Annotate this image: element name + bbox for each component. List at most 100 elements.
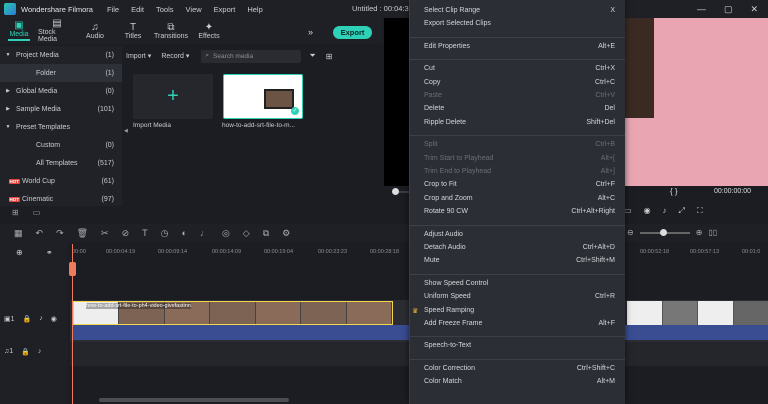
- menu-item-crop-and-zoom[interactable]: Crop and Zoom Alt+C: [424, 195, 615, 202]
- menu-item-adjust-audio[interactable]: Adjust Audio: [424, 231, 615, 238]
- expand-right-icon[interactable]: ▶: [0, 106, 16, 112]
- menu-item-detach-audio[interactable]: Detach Audio Ctrl+Alt+D: [424, 244, 615, 251]
- menu-item-uniform-speed[interactable]: Uniform Speed Ctrl+R: [424, 293, 615, 300]
- menu-item-ripple-delete[interactable]: Ripple Delete Shift+Del: [424, 119, 615, 126]
- lock-icon[interactable]: 🔒: [21, 348, 30, 356]
- menu-item-delete[interactable]: Delete Del: [424, 105, 615, 112]
- menu-item-shortcut: Shift+Del: [586, 118, 615, 126]
- timeline-clip-tail[interactable]: [627, 301, 768, 325]
- expand-down-icon[interactable]: ▼: [0, 124, 16, 130]
- tab-effects[interactable]: ✦ Effects: [190, 18, 228, 44]
- menu-item-cut[interactable]: Cut Ctrl+X: [424, 65, 615, 72]
- undo-icon[interactable]: ↶: [36, 228, 44, 239]
- menu-item-crop-to-fit[interactable]: Crop to Fit Ctrl+F: [424, 181, 615, 188]
- disable-icon[interactable]: ⊘: [122, 228, 130, 239]
- menu-item-rotate-90-cw[interactable]: Rotate 90 CW Ctrl+Alt+Right: [424, 208, 615, 215]
- zoom-thumb[interactable]: [659, 228, 667, 236]
- effects-icon: ✦: [204, 21, 214, 33]
- snapshot-icon[interactable]: ◉: [644, 206, 651, 216]
- menu-view[interactable]: View: [186, 5, 202, 14]
- menu-item-speech-to-text[interactable]: Speech-to-Text: [424, 342, 615, 349]
- add-track-icon[interactable]: ⊕: [16, 248, 23, 257]
- tab-transitions[interactable]: ⧉ Transitions: [152, 18, 190, 44]
- motion-icon[interactable]: ⚙: [282, 228, 290, 239]
- fullscreen-icon[interactable]: ⛶: [697, 206, 703, 216]
- menu-item-edit-properties[interactable]: Edit Properties Alt+E: [424, 43, 615, 50]
- menu-tools[interactable]: Tools: [156, 5, 174, 14]
- new-folder-icon[interactable]: ⊞: [12, 208, 19, 217]
- mute-icon[interactable]: ♪: [39, 315, 43, 323]
- resize-icon[interactable]: ⤢: [679, 206, 685, 216]
- filter-icon[interactable]: ⏷: [309, 51, 315, 61]
- folder-icon[interactable]: ▭: [33, 208, 41, 217]
- sidebar-item-all-templates[interactable]: All Templates (517): [0, 154, 122, 172]
- audio-icon[interactable]: ♩: [200, 228, 209, 238]
- sidebar-item-global-media[interactable]: ▶ Global Media (0): [0, 82, 122, 100]
- timeline-video-clip[interactable]: how-to-add-srt-file-to-ph4-video-givefas…: [73, 301, 393, 325]
- sidebar-item-sample-media[interactable]: ▶ Sample Media (101): [0, 100, 122, 118]
- close-icon[interactable]: ✕: [750, 4, 758, 15]
- fit-timeline-icon[interactable]: ▯▯: [708, 228, 717, 237]
- expand-down-icon[interactable]: ▼: [0, 52, 16, 58]
- redo-icon[interactable]: ↷: [56, 228, 64, 239]
- mask-icon[interactable]: ◎: [222, 228, 230, 239]
- render-icon[interactable]: ▭: [624, 206, 632, 216]
- export-button[interactable]: Export: [333, 26, 372, 39]
- tab-titles[interactable]: T Titles: [114, 18, 152, 44]
- menu-edit[interactable]: Edit: [131, 5, 144, 14]
- zoom-out-icon[interactable]: ⊖: [627, 228, 634, 237]
- speed-icon[interactable]: ◷: [161, 228, 169, 239]
- track-headers: ⊕ ⚭ ▣1 🔒 ♪ ◉ ♫1 🔒 ♪: [0, 242, 68, 404]
- menu-item-add-freeze-frame[interactable]: Add Freeze Frame Alt+F: [424, 320, 615, 327]
- search-input[interactable]: ⌕ Search media: [201, 49, 302, 63]
- mute-icon[interactable]: ♪: [38, 348, 42, 356]
- playhead[interactable]: [72, 244, 73, 404]
- crop-icon[interactable]: ⧉: [263, 228, 269, 239]
- expand-right-icon[interactable]: ▶: [0, 88, 16, 94]
- grid-view-icon[interactable]: ⊞: [326, 52, 333, 61]
- keyframe-icon[interactable]: ◇: [243, 228, 250, 239]
- menu-help[interactable]: Help: [247, 5, 262, 14]
- text-icon[interactable]: T: [142, 228, 148, 238]
- more-tabs-chevron-icon[interactable]: »: [308, 27, 313, 37]
- cut-icon[interactable]: ✂: [101, 228, 109, 239]
- menu-file[interactable]: File: [107, 5, 119, 14]
- sidebar-item-project-media[interactable]: ▼ Project Media (1): [0, 46, 122, 64]
- layout-icon[interactable]: ▦: [14, 228, 23, 239]
- sidebar-item-world-cup[interactable]: HOT World Cup (61): [0, 172, 122, 190]
- zoom-in-icon[interactable]: ⊕: [696, 228, 703, 237]
- menu-export[interactable]: Export: [214, 5, 236, 14]
- mark-in-out-icon[interactable]: { }: [670, 187, 678, 196]
- menu-item-shortcut: Ctrl+Shift+C: [576, 364, 615, 372]
- menu-item-speed-ramping[interactable]: ♛ Speed Ramping: [412, 307, 615, 315]
- menu-item-copy[interactable]: Copy Ctrl+C: [424, 79, 615, 86]
- delete-icon[interactable]: 🗑: [77, 228, 88, 239]
- media-clip-thumbnail[interactable]: ✓: [223, 74, 303, 119]
- panel-collapse-icon[interactable]: ◀: [124, 128, 128, 134]
- maximize-icon[interactable]: ▢: [724, 4, 733, 15]
- tab-audio[interactable]: ♫ Audio: [76, 18, 114, 44]
- color-icon[interactable]: ◐: [182, 228, 187, 238]
- menu-item-color-match[interactable]: Color Match Alt+M: [424, 378, 615, 385]
- zoom-slider[interactable]: [639, 228, 690, 236]
- eye-icon[interactable]: ◉: [51, 315, 57, 323]
- sidebar-item-folder[interactable]: Folder (1): [0, 64, 122, 82]
- import-dropdown[interactable]: Import ▾: [126, 52, 151, 60]
- sidebar-item-custom[interactable]: Custom (0): [0, 136, 122, 154]
- sidebar-item-preset-templates[interactable]: ▼ Preset Templates: [0, 118, 122, 136]
- import-media-tile[interactable]: +: [133, 74, 213, 119]
- menu-item-mute[interactable]: Mute Ctrl+Shift+M: [424, 257, 615, 264]
- timeline-scrollbar[interactable]: [99, 398, 289, 402]
- menu-item-show-speed-control[interactable]: Show Speed Control: [424, 280, 615, 287]
- volume-icon[interactable]: ♪: [663, 206, 667, 216]
- tab-media[interactable]: ▣ Media: [0, 18, 38, 44]
- tab-stock-media[interactable]: ▤ Stock Media: [38, 18, 76, 44]
- link-icon[interactable]: ⚭: [46, 248, 53, 257]
- minimize-icon[interactable]: —: [697, 4, 706, 14]
- menu-item-select-clip-range[interactable]: Select Clip Range X: [424, 7, 615, 14]
- menu-item-color-correction[interactable]: Color Correction Ctrl+Shift+C: [424, 365, 615, 372]
- lock-icon[interactable]: 🔒: [23, 315, 32, 323]
- record-dropdown[interactable]: Record ▾: [161, 52, 189, 60]
- menu-item-export-selected-clips[interactable]: Export Selected Clips: [424, 20, 615, 27]
- preview-scrubber[interactable]: [392, 188, 399, 195]
